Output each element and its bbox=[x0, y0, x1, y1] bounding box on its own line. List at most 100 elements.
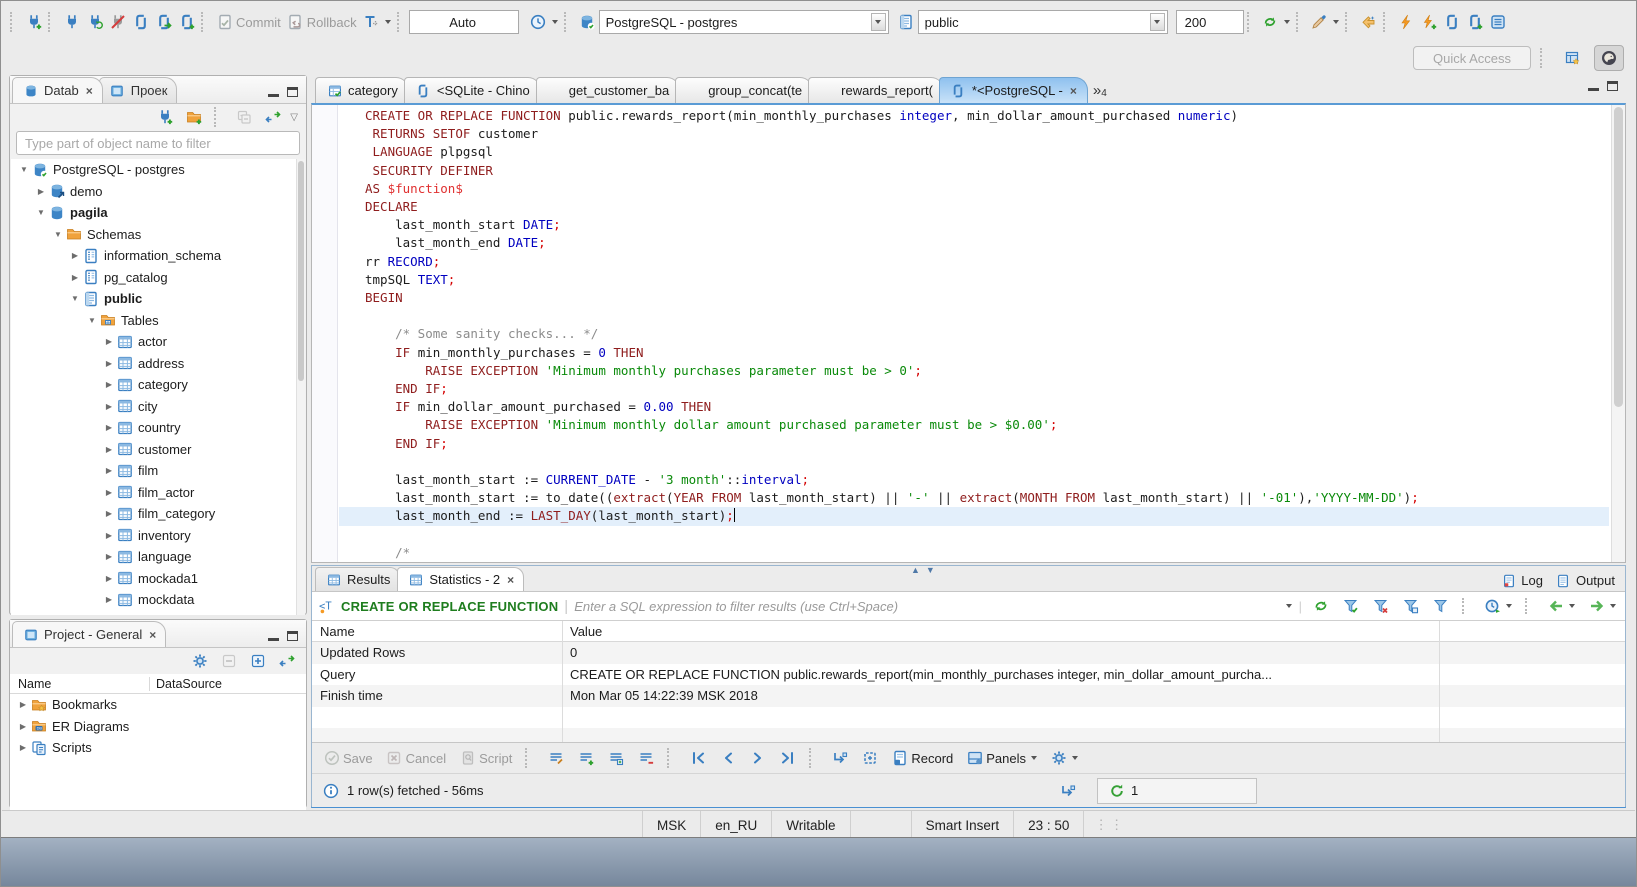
code-line[interactable]: tmpSQL TEXT; bbox=[339, 271, 1609, 289]
code-line[interactable]: IF min_dollar_amount_purchased = 0.00 TH… bbox=[339, 398, 1609, 416]
table-row[interactable]: Query CREATE OR REPLACE FUNCTION public.r… bbox=[312, 664, 1625, 686]
collapsed-arrow-icon[interactable]: ▶ bbox=[102, 509, 116, 518]
toolbar-handle[interactable] bbox=[1462, 598, 1469, 614]
splitter-arrows[interactable]: ▲ ▼ bbox=[911, 565, 935, 575]
schema-combo-arrow[interactable] bbox=[1149, 13, 1165, 31]
code-line[interactable]: last_month_end DATE; bbox=[339, 234, 1609, 252]
open-perspective-button[interactable] bbox=[1558, 45, 1588, 71]
script-button[interactable]: Script bbox=[456, 748, 515, 769]
rollback-button[interactable]: Rollback bbox=[284, 12, 360, 33]
code-line[interactable]: LANGUAGE plpgsql bbox=[339, 143, 1609, 161]
connection-combo-arrow[interactable] bbox=[870, 13, 886, 31]
close-tab-icon[interactable]: × bbox=[149, 628, 156, 642]
minimize-icon[interactable] bbox=[268, 94, 279, 97]
column-datasource[interactable]: DataSource bbox=[150, 677, 222, 691]
minimize-icon[interactable] bbox=[268, 638, 279, 641]
collapse-all-button[interactable] bbox=[232, 107, 255, 128]
editor-tab[interactable]: get_customer_ba bbox=[535, 77, 681, 103]
filter-apply-button[interactable] bbox=[1339, 596, 1362, 617]
column-name[interactable]: Name bbox=[10, 676, 150, 691]
maximize-icon[interactable] bbox=[287, 631, 298, 641]
collapsed-arrow-icon[interactable]: ▶ bbox=[102, 488, 116, 497]
tab-results[interactable]: Results bbox=[315, 567, 401, 591]
code-line[interactable]: last_month_start := to_date((extract(YEA… bbox=[339, 489, 1609, 507]
code-line[interactable]: IF min_monthly_purchases = 0 THEN bbox=[339, 344, 1609, 362]
tree-item-mockdata[interactable]: ▶ mockdata bbox=[11, 589, 305, 611]
toolbar-handle[interactable] bbox=[1246, 12, 1254, 32]
tree-item-schemas[interactable]: ▼ Schemas bbox=[11, 224, 305, 246]
minimize-icon[interactable] bbox=[1588, 88, 1599, 91]
cancel-button[interactable]: Cancel bbox=[383, 748, 449, 769]
close-tab-icon[interactable]: × bbox=[86, 84, 93, 98]
next-result-button[interactable] bbox=[1585, 596, 1619, 617]
resultset-size-button[interactable] bbox=[1056, 780, 1079, 801]
code-line[interactable]: RAISE EXCEPTION 'Minimum monthly purchas… bbox=[339, 362, 1609, 380]
tree-item-postgresql-postgres[interactable]: ▼ PostgreSQL - postgres bbox=[11, 159, 305, 181]
close-tab-icon[interactable]: × bbox=[1070, 84, 1077, 98]
collapsed-arrow-icon[interactable]: ▶ bbox=[68, 251, 82, 260]
toolbar-handle[interactable] bbox=[201, 12, 208, 32]
code-line[interactable]: /* Some sanity checks... */ bbox=[339, 325, 1609, 343]
commit-button[interactable]: Commit bbox=[213, 12, 284, 33]
expanded-arrow-icon[interactable]: ▼ bbox=[17, 165, 31, 174]
panels-button[interactable]: Panels bbox=[963, 748, 1040, 769]
expanded-arrow-icon[interactable]: ▼ bbox=[85, 316, 99, 325]
auto-refresh-button[interactable] bbox=[1481, 596, 1515, 617]
auto-completion-button[interactable] bbox=[1357, 12, 1380, 33]
toolbar-handle[interactable] bbox=[525, 748, 532, 768]
project-settings-button[interactable] bbox=[188, 651, 211, 672]
expand-tree-button[interactable] bbox=[246, 651, 269, 672]
code-line[interactable]: CREATE OR REPLACE FUNCTION public.reward… bbox=[339, 107, 1609, 125]
new-sql-editor-button[interactable] bbox=[175, 12, 198, 33]
collapsed-arrow-icon[interactable]: ▶ bbox=[102, 402, 116, 411]
view-menu-caret-icon[interactable]: ▽ bbox=[290, 112, 298, 123]
refresh-button[interactable] bbox=[1259, 12, 1293, 33]
open-sql-script-button[interactable] bbox=[152, 12, 175, 33]
schema-doc-icon-button[interactable] bbox=[895, 12, 918, 33]
tree-item-pg-catalog[interactable]: ▶ pg_catalog bbox=[11, 267, 305, 289]
code-line[interactable]: SECURITY DEFINER bbox=[339, 162, 1609, 180]
log-button[interactable]: Log bbox=[1500, 572, 1543, 589]
toolbar-handle[interactable] bbox=[563, 12, 571, 32]
collapsed-arrow-icon[interactable]: ▶ bbox=[102, 466, 116, 475]
tree-scrollbar[interactable] bbox=[296, 159, 305, 615]
expanded-arrow-icon[interactable]: ▼ bbox=[68, 294, 82, 303]
column-header-name[interactable]: Name bbox=[312, 624, 562, 639]
toolbar-handle[interactable] bbox=[1540, 48, 1547, 68]
output-button[interactable]: Output bbox=[1555, 572, 1615, 589]
refresh-results-button[interactable] bbox=[1309, 596, 1332, 617]
collapsed-arrow-icon[interactable]: ▶ bbox=[102, 380, 116, 389]
connection-combo[interactable]: PostgreSQL - postgres bbox=[598, 10, 889, 34]
editor-tab[interactable]: rewards_report( bbox=[808, 77, 944, 103]
table-row[interactable]: Updated Rows 0 bbox=[312, 642, 1625, 664]
record-mode-button[interactable]: Record bbox=[888, 748, 956, 769]
next-row-button[interactable] bbox=[746, 748, 769, 769]
collapsed-arrow-icon[interactable]: ▶ bbox=[102, 552, 116, 561]
dbeaver-perspective-button[interactable] bbox=[1594, 45, 1624, 71]
refresh-count-icon[interactable] bbox=[1108, 782, 1125, 799]
tab-overflow-chevron[interactable]: » 4 bbox=[1093, 82, 1107, 103]
filter-remove-button[interactable] bbox=[1369, 596, 1392, 617]
tree-item-information-schema[interactable]: ▶ information_schema bbox=[11, 245, 305, 267]
tree-item-address[interactable]: ▶ address bbox=[11, 353, 305, 375]
toolbar-handle[interactable] bbox=[214, 107, 221, 127]
nav-new-connection-button[interactable] bbox=[153, 107, 176, 128]
table-row[interactable]: Finish time Mon Mar 05 14:22:39 MSK 2018 bbox=[312, 685, 1625, 707]
execute-script-new-button[interactable] bbox=[1464, 12, 1487, 33]
transaction-history-button[interactable] bbox=[527, 12, 561, 33]
fetch-size-input[interactable]: 200 bbox=[1175, 10, 1244, 34]
tab-projects[interactable]: Проек bbox=[98, 77, 178, 103]
toolbar-handle[interactable] bbox=[10, 12, 17, 32]
column-divider[interactable] bbox=[562, 621, 563, 742]
object-filter-input[interactable]: Type part of object name to filter bbox=[16, 131, 300, 155]
toolbar-handle[interactable] bbox=[667, 748, 674, 768]
nav-new-folder-button[interactable] bbox=[182, 107, 205, 128]
commit-mode-combo[interactable]: Auto bbox=[408, 10, 519, 34]
disconnect-button[interactable] bbox=[106, 12, 129, 33]
maximize-icon[interactable] bbox=[287, 87, 298, 97]
code-line[interactable]: AS $function$ bbox=[339, 180, 1609, 198]
sql-editor-button[interactable] bbox=[129, 12, 152, 33]
add-row-button[interactable] bbox=[574, 748, 597, 769]
project-item-scripts[interactable]: ▶ Scripts bbox=[10, 737, 306, 759]
previous-result-button[interactable] bbox=[1544, 596, 1578, 617]
